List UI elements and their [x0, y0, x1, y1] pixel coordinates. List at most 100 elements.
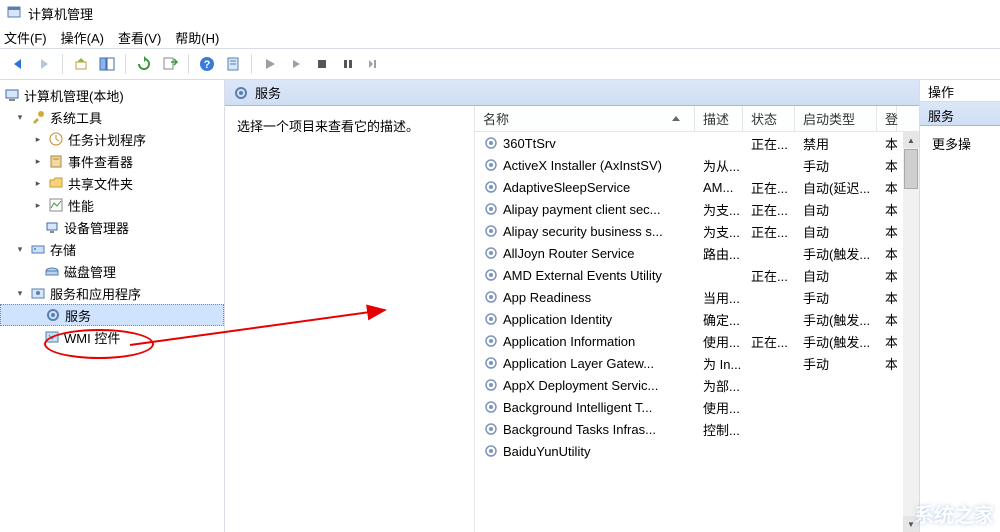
service-start: 手动(触发...: [795, 244, 877, 263]
caret-right-icon[interactable]: ▸: [32, 178, 44, 189]
tree-root-label: 计算机管理(本地): [24, 86, 124, 105]
service-row[interactable]: Background Tasks Infras...控制...: [475, 418, 919, 440]
toolbar-separator: [125, 54, 126, 74]
col-name[interactable]: 名称: [475, 106, 695, 131]
service-logon: 本: [877, 310, 897, 329]
service-row[interactable]: AMD External Events Utility正在...自动本: [475, 264, 919, 286]
services-list[interactable]: 名称 描述 状态 启动类型 登 360TtSrv正在...禁用本ActiveX …: [475, 106, 919, 532]
disk-icon: [44, 263, 60, 279]
service-row[interactable]: BaiduYunUtility: [475, 440, 919, 462]
show-hide-tree-button[interactable]: [95, 52, 119, 76]
service-name: Alipay security business s...: [475, 223, 695, 239]
gear-icon: [483, 311, 499, 327]
restart-service-button[interactable]: [362, 52, 386, 76]
tree-shared-folders[interactable]: ▸ 共享文件夹: [0, 172, 224, 194]
service-logon: 本: [877, 222, 897, 241]
tree-label: 服务和应用程序: [50, 284, 141, 303]
service-rows[interactable]: 360TtSrv正在...禁用本ActiveX Installer (AxIns…: [475, 132, 919, 532]
caret-down-icon[interactable]: ▾: [14, 288, 26, 299]
services-group-icon: [30, 285, 46, 301]
help-button[interactable]: ?: [195, 52, 219, 76]
service-status: 正在...: [743, 134, 795, 153]
tree-pane[interactable]: 计算机管理(本地) ▾ 系统工具 ▸ 任务计划程序 ▸ 事件查看器 ▸ 共享文件…: [0, 80, 225, 532]
tree-storage[interactable]: ▾ 存储: [0, 238, 224, 260]
service-row[interactable]: Alipay security business s...为支...正在...自…: [475, 220, 919, 242]
menu-file[interactable]: 文件(F): [4, 28, 47, 47]
service-row[interactable]: 360TtSrv正在...禁用本: [475, 132, 919, 154]
actions-section: 服务: [920, 102, 1000, 126]
service-start: 手动: [795, 156, 877, 175]
list-columns: 名称 描述 状态 启动类型 登: [475, 106, 919, 132]
actions-header: 操作: [920, 80, 1000, 102]
service-row[interactable]: Alipay payment client sec...为支...正在...自动…: [475, 198, 919, 220]
gear-icon: [483, 377, 499, 393]
forward-button[interactable]: [32, 52, 56, 76]
service-logon: 本: [877, 134, 897, 153]
service-row[interactable]: Background Intelligent T...使用...: [475, 396, 919, 418]
scroll-up-button[interactable]: ▲: [903, 132, 919, 148]
tree-root[interactable]: 计算机管理(本地): [0, 84, 224, 106]
service-name: AppX Deployment Servic...: [475, 377, 695, 393]
service-row[interactable]: Application Layer Gatew...为 In...手动本: [475, 352, 919, 374]
service-row[interactable]: Application Information使用...正在...手动(触发..…: [475, 330, 919, 352]
service-status: 正在...: [743, 200, 795, 219]
tree-event-viewer[interactable]: ▸ 事件查看器: [0, 150, 224, 172]
tree-system-tools[interactable]: ▾ 系统工具: [0, 106, 224, 128]
service-name: App Readiness: [475, 289, 695, 305]
actions-more[interactable]: 更多操: [920, 126, 1000, 161]
tree-services[interactable]: 服务: [0, 304, 224, 326]
wmi-icon: [44, 329, 60, 345]
service-logon: 本: [877, 332, 897, 351]
start-service-small-button[interactable]: [284, 52, 308, 76]
tree-disk-management[interactable]: 磁盘管理: [0, 260, 224, 282]
service-desc: 为部...: [695, 376, 743, 395]
tree-performance[interactable]: ▸ 性能: [0, 194, 224, 216]
service-desc: AM...: [695, 180, 743, 195]
description-prompt: 选择一个项目来查看它的描述。: [237, 119, 419, 134]
tree-wmi[interactable]: WMI 控件: [0, 326, 224, 348]
caret-down-icon[interactable]: ▾: [14, 112, 26, 123]
service-status: 正在...: [743, 178, 795, 197]
service-status: 正在...: [743, 332, 795, 351]
service-row[interactable]: Application Identity确定...手动(触发...本: [475, 308, 919, 330]
col-logon[interactable]: 登: [877, 106, 897, 131]
gear-icon: [483, 179, 499, 195]
menu-action[interactable]: 操作(A): [61, 28, 104, 47]
menu-help[interactable]: 帮助(H): [175, 28, 219, 47]
scroll-thumb[interactable]: [904, 149, 918, 189]
up-button[interactable]: [69, 52, 93, 76]
caret-right-icon[interactable]: ▸: [32, 156, 44, 167]
menu-view[interactable]: 查看(V): [118, 28, 161, 47]
back-button[interactable]: [6, 52, 30, 76]
service-row[interactable]: AllJoyn Router Service路由...手动(触发...本: [475, 242, 919, 264]
caret-right-icon[interactable]: ▸: [32, 200, 44, 211]
tree-task-scheduler[interactable]: ▸ 任务计划程序: [0, 128, 224, 150]
gear-icon: [483, 289, 499, 305]
stop-service-button[interactable]: [310, 52, 334, 76]
toolbar-separator: [251, 54, 252, 74]
tree-services-apps[interactable]: ▾ 服务和应用程序: [0, 282, 224, 304]
pause-service-button[interactable]: [336, 52, 360, 76]
gear-icon: [483, 399, 499, 415]
service-row[interactable]: ActiveX Installer (AxInstSV)为从...手动本: [475, 154, 919, 176]
col-status[interactable]: 状态: [743, 106, 795, 131]
col-start[interactable]: 启动类型: [795, 106, 877, 131]
service-desc: 控制...: [695, 420, 743, 439]
start-service-button[interactable]: [258, 52, 282, 76]
caret-down-icon[interactable]: ▾: [14, 244, 26, 255]
service-row[interactable]: AppX Deployment Servic...为部...: [475, 374, 919, 396]
service-row[interactable]: AdaptiveSleepServiceAM...正在...自动(延迟...本: [475, 176, 919, 198]
col-desc[interactable]: 描述: [695, 106, 743, 131]
refresh-button[interactable]: [132, 52, 156, 76]
service-row[interactable]: App Readiness当用...手动本: [475, 286, 919, 308]
service-name: AllJoyn Router Service: [475, 245, 695, 261]
service-desc: 为支...: [695, 200, 743, 219]
window-titlebar: 计算机管理: [0, 0, 1000, 26]
properties-button[interactable]: [221, 52, 245, 76]
vertical-scrollbar[interactable]: ▲ ▼: [903, 132, 919, 532]
caret-right-icon[interactable]: ▸: [32, 134, 44, 145]
tree-device-manager[interactable]: 设备管理器: [0, 216, 224, 238]
center-header-title: 服务: [255, 83, 281, 102]
export-button[interactable]: [158, 52, 182, 76]
service-logon: 本: [877, 200, 897, 219]
